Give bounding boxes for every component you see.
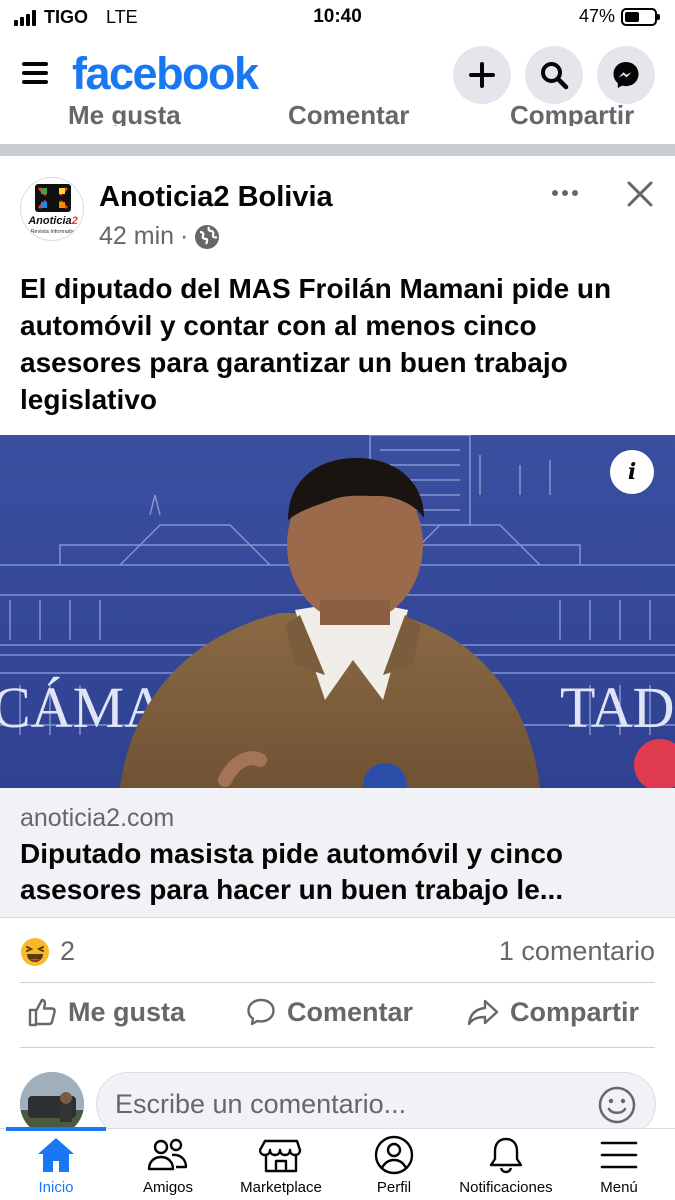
like-label: Me gusta [68, 996, 186, 1027]
tab-label: Inicio [38, 1179, 74, 1196]
page-avatar[interactable]: Anoticia2 Revista Informativa [20, 177, 84, 241]
page-name[interactable]: Anoticia2 Bolivia [99, 181, 333, 214]
search-button[interactable] [525, 46, 583, 104]
post-time[interactable]: 42 min [99, 222, 174, 251]
tab-label: Amigos [142, 1179, 194, 1196]
image-text-right: TADO [560, 675, 675, 740]
active-tab-indicator [6, 1127, 106, 1131]
meta-separator: · [180, 222, 189, 250]
post-text: El diputado del MAS Froilán Mamani pide … [20, 273, 612, 415]
messenger-button[interactable] [597, 46, 655, 104]
feed-divider [0, 144, 675, 156]
marketplace-icon [259, 1139, 302, 1173]
close-icon[interactable] [622, 176, 658, 212]
tab-label: Perfil [376, 1179, 412, 1196]
haha-reaction-icon [21, 937, 49, 966]
prev-share-button[interactable]: Compartir [510, 100, 634, 126]
share-icon [467, 999, 499, 1026]
tab-label: Menú [600, 1179, 638, 1196]
like-button[interactable]: Me gusta [26, 996, 185, 1028]
previous-post-actions: Me gusta Comentar Compartir [0, 98, 675, 126]
tab-marketplace[interactable]: Marketplace [216, 1135, 346, 1196]
tab-notificaciones[interactable]: Notificaciones [441, 1135, 571, 1196]
share-label: Compartir [510, 996, 640, 1027]
separator-line [20, 1047, 655, 1048]
tab-label: Marketplace [240, 1179, 322, 1196]
comments-count[interactable]: 1 comentario [499, 936, 655, 967]
clock: 10:40 [313, 6, 362, 27]
prev-like-button[interactable]: Me gusta [68, 100, 181, 126]
prev-comment-button[interactable]: Comentar [288, 100, 409, 126]
globe-icon [195, 224, 220, 249]
battery-percent: 47% [578, 6, 615, 26]
battery-icon [621, 7, 660, 26]
messenger-icon [613, 62, 639, 88]
menu-icon[interactable] [22, 60, 48, 86]
news-photo: CÁMA TADO [0, 435, 675, 788]
info-button[interactable]: i [610, 450, 654, 494]
share-button[interactable]: Compartir [466, 996, 639, 1028]
separator-line [20, 982, 655, 983]
create-button[interactable] [453, 46, 511, 104]
svg-text:Revista Informativa: Revista Informativa [30, 229, 78, 235]
tab-perfil[interactable]: Perfil [329, 1135, 459, 1196]
bell-icon [489, 1137, 523, 1174]
link-title: Diputado masista pide automóvil y cinco … [20, 838, 564, 905]
link-domain: anoticia2.com [20, 804, 175, 832]
tab-amigos[interactable]: Amigos [103, 1135, 233, 1196]
home-icon [38, 1138, 74, 1172]
reactions-summary[interactable]: 2 [20, 936, 75, 967]
post-meta: 42 min · [99, 222, 220, 251]
profile-icon [374, 1135, 414, 1175]
search-icon [541, 62, 569, 90]
menu-icon [600, 1141, 638, 1169]
comment-button[interactable]: Comentar [245, 996, 413, 1028]
emoji-icon[interactable] [597, 1085, 637, 1125]
more-options-button[interactable] [552, 190, 578, 196]
link-preview-image[interactable]: CÁMA TADO [0, 435, 675, 788]
bottom-tab-bar: Inicio Amigos Marketplace Perfil Notific… [0, 1127, 675, 1200]
thumbs-up-icon [28, 998, 56, 1027]
reaction-count: 2 [60, 936, 76, 966]
tab-menu[interactable]: Menú [554, 1135, 675, 1196]
post-actions: Me gusta Comentar Compartir [0, 996, 675, 1038]
comment-icon [247, 998, 275, 1026]
comment-placeholder: Escribe un comentario... [115, 1089, 407, 1119]
friends-icon [147, 1138, 188, 1171]
anoticia2-logo: Anoticia2 Revista Informativa [27, 184, 78, 235]
facebook-logo[interactable]: facebook [72, 48, 259, 100]
svg-text:Anoticia2: Anoticia2 [27, 215, 78, 227]
comment-input[interactable]: Escribe un comentario... [96, 1072, 656, 1136]
plus-icon [469, 62, 495, 88]
status-bar: TIGO LTE 10:40 47% [0, 0, 675, 34]
link-preview-meta[interactable]: anoticia2.com Diputado masista pide auto… [0, 788, 675, 918]
tab-label: Notificaciones [459, 1179, 553, 1196]
comment-label: Comentar [287, 996, 414, 1027]
